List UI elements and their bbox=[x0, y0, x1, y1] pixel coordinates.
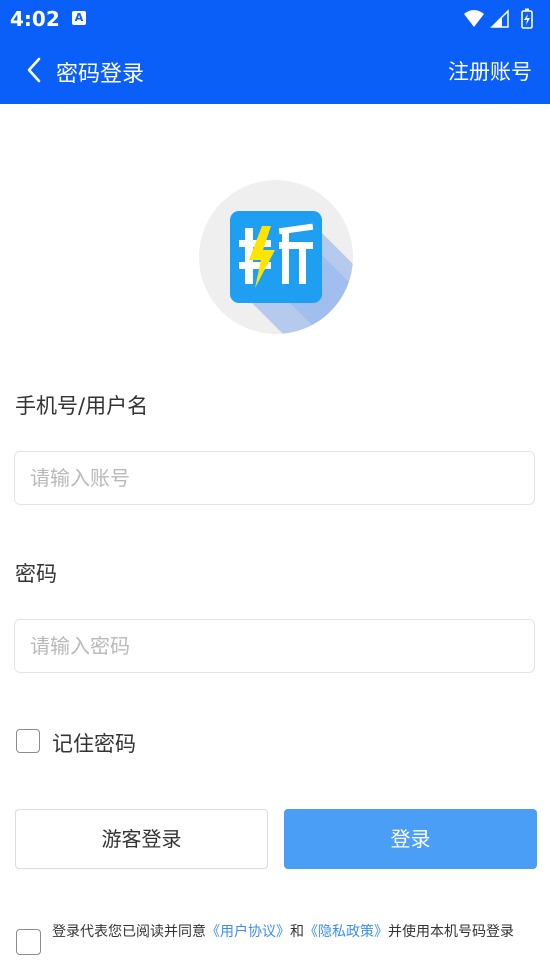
status-icons bbox=[462, 8, 540, 30]
page-title: 密码登录 bbox=[56, 62, 145, 87]
user-agreement-link[interactable]: 《用户协议》 bbox=[206, 924, 290, 940]
username-input[interactable] bbox=[14, 451, 535, 505]
agreement-and: 和 bbox=[290, 924, 304, 940]
remember-password-label: 记住密码 bbox=[52, 732, 136, 756]
nav-bar: 密码登录 注册账号 bbox=[0, 38, 550, 104]
app-header: 4:02 A 密码登录 注册账号 bbox=[0, 0, 550, 104]
notification-icon: A bbox=[72, 11, 86, 25]
app-logo bbox=[199, 180, 353, 334]
username-label: 手机号/用户名 bbox=[15, 394, 149, 418]
password-label: 密码 bbox=[15, 562, 57, 586]
agreement-suffix: 并使用本机号码登录 bbox=[388, 924, 514, 940]
remember-password-checkbox[interactable] bbox=[16, 729, 40, 753]
agreement-checkbox[interactable] bbox=[16, 929, 41, 955]
signal-icon bbox=[490, 9, 509, 28]
status-bar: 4:02 A bbox=[0, 0, 550, 38]
battery-icon bbox=[521, 8, 533, 29]
password-input[interactable] bbox=[14, 619, 535, 673]
privacy-policy-link[interactable]: 《隐私政策》 bbox=[304, 924, 388, 940]
chevron-left-icon[interactable] bbox=[24, 56, 46, 84]
guest-login-button[interactable]: 游客登录 bbox=[15, 809, 268, 869]
agreement-prefix: 登录代表您已阅读并同意 bbox=[52, 924, 206, 940]
status-time: 4:02 bbox=[10, 7, 60, 31]
wifi-icon bbox=[464, 10, 484, 27]
register-account-link[interactable]: 注册账号 bbox=[448, 56, 532, 86]
login-button[interactable]: 登录 bbox=[284, 809, 537, 869]
agreement-text: 登录代表您已阅读并同意《用户协议》和《隐私政策》并使用本机号码登录 bbox=[52, 920, 542, 945]
